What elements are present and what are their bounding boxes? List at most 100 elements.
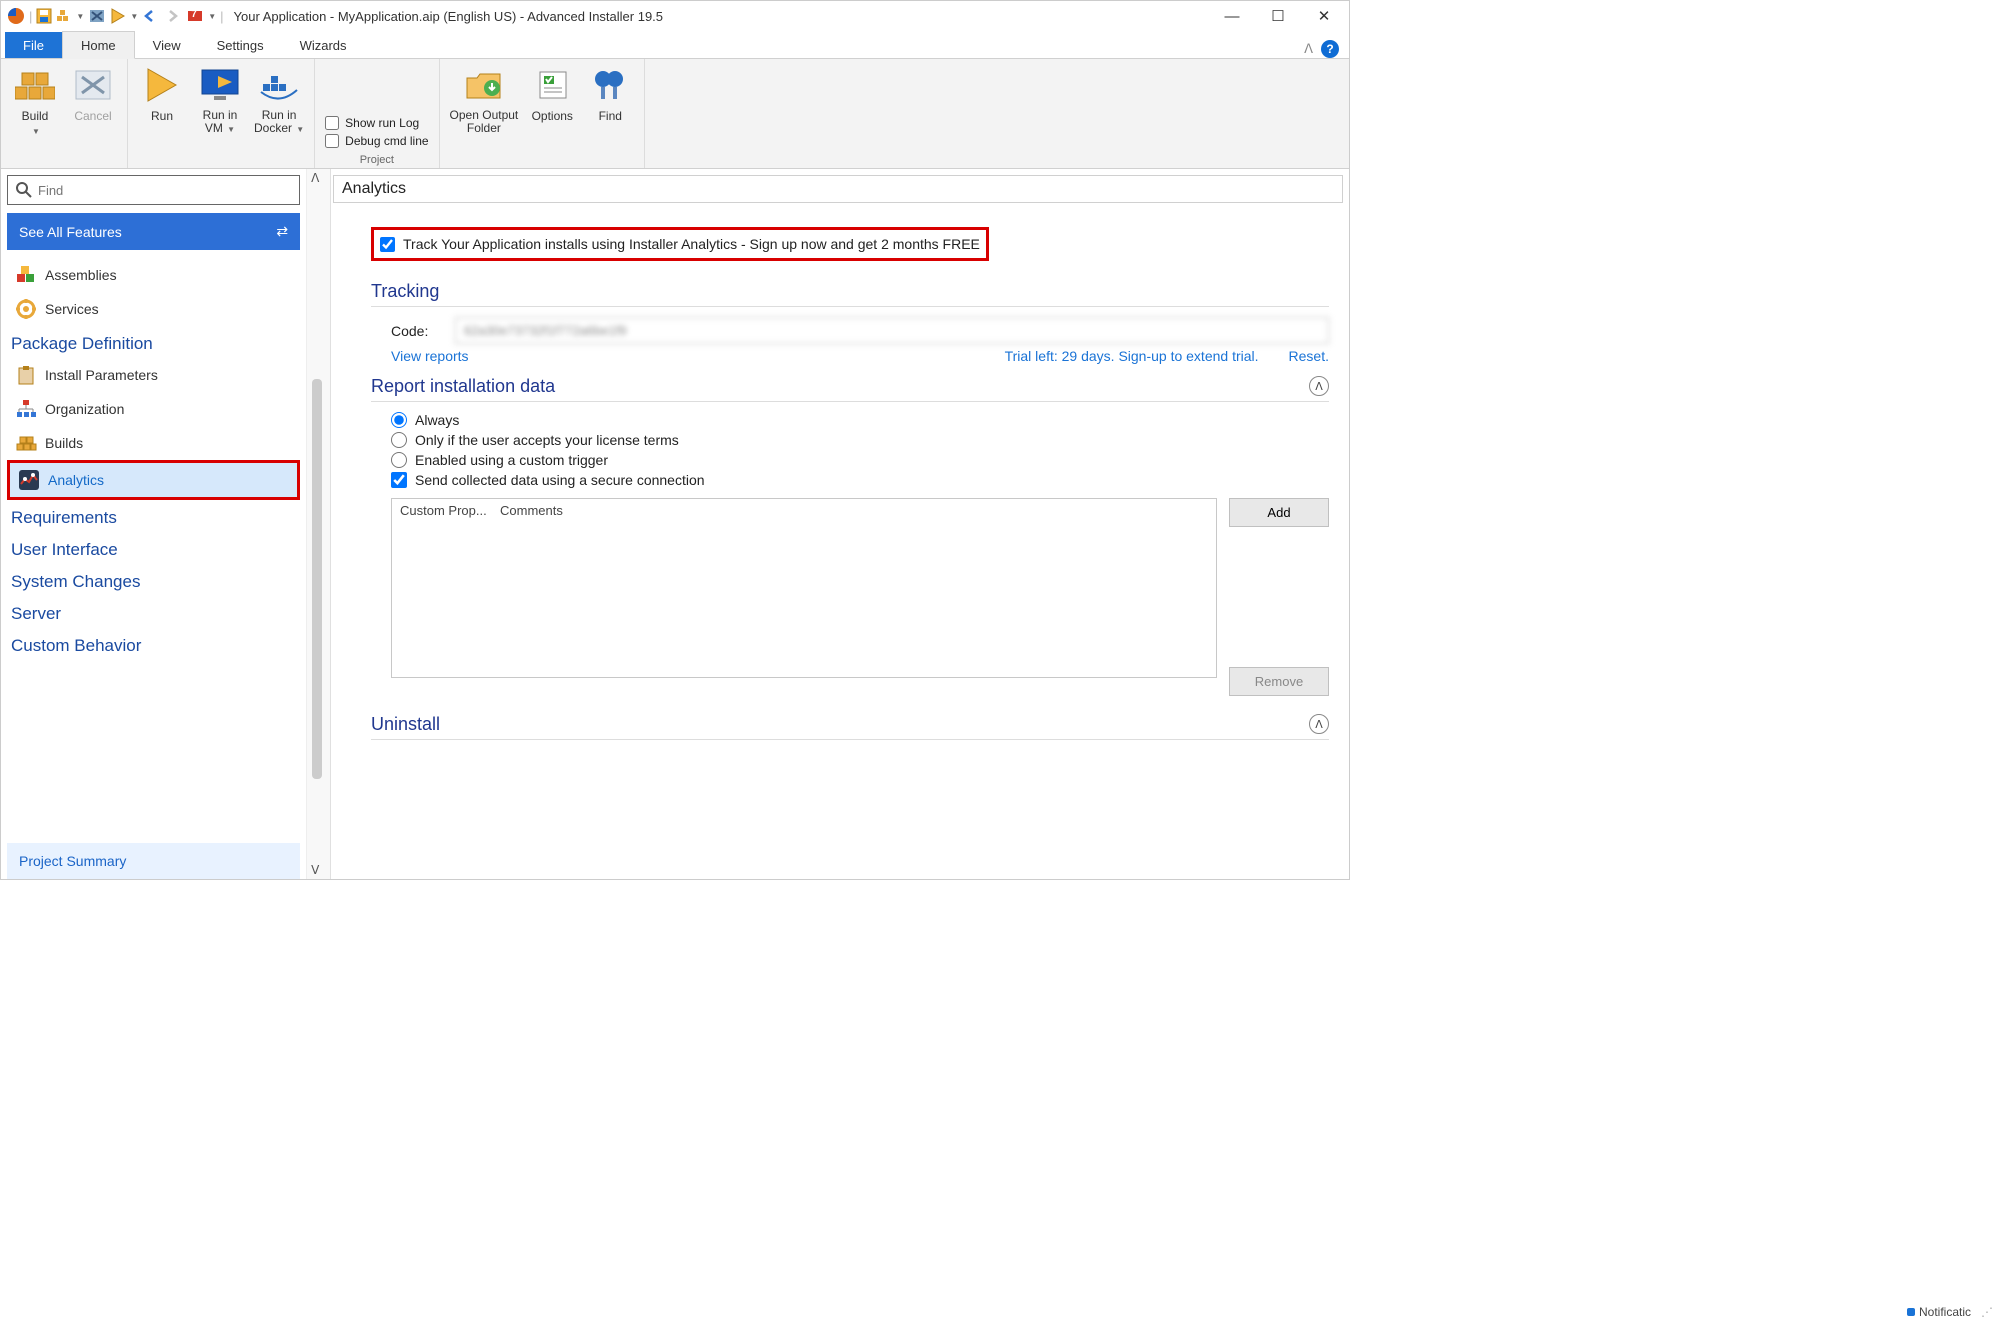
trial-left-link[interactable]: Trial left: 29 days. Sign-up to extend t… [1005,348,1259,364]
window-title: Your Application - MyApplication.aip (En… [234,9,1219,24]
sidebar-heading-package-definition[interactable]: Package Definition [7,326,300,358]
sidebar-heading-server[interactable]: Server [7,596,300,628]
add-button[interactable]: Add [1229,498,1329,527]
help-button[interactable]: ? [1321,40,1339,58]
sidebar-heading-system-changes[interactable]: System Changes [7,564,300,596]
project-summary-button[interactable]: Project Summary [7,843,300,879]
reset-link[interactable]: Reset. [1289,348,1329,364]
report-section-header: Report installation data ᐱ [371,376,1329,402]
uninstall-section-header: Uninstall ᐱ [371,714,1329,740]
sidebar-label: Organization [45,401,124,417]
status-bar: Notificatic ⋰ [1901,1303,1999,1321]
status-text[interactable]: Notificatic [1919,1305,1971,1319]
nav-sidebar: See All Features ⇄ Assemblies Services P… [1,169,306,879]
stop-icon[interactable] [88,8,106,24]
sidebar-heading-user-interface[interactable]: User Interface [7,532,300,564]
view-reports-link[interactable]: View reports [391,348,469,364]
build-button[interactable]: Build▼ [11,65,59,137]
radio-always[interactable]: Always [391,412,1329,428]
collapse-ribbon-icon[interactable]: ᐱ [1304,41,1313,57]
minimize-button[interactable]: — [1219,6,1245,26]
organization-icon [15,398,37,420]
package-icon [15,364,37,386]
code-input[interactable] [455,317,1329,344]
sidebar-item-analytics[interactable]: Analytics [7,460,300,500]
maximize-button[interactable]: ☐ [1265,6,1291,26]
swap-icon: ⇄ [276,223,288,240]
custom-properties-table[interactable]: Custom Prop... Comments [391,498,1217,678]
track-label: Track Your Application installs using In… [403,236,980,252]
sidebar-label: Analytics [48,472,104,488]
nav-forward-icon[interactable] [164,9,182,23]
show-run-log-checkbox[interactable]: Show run Log [325,116,428,130]
find-box[interactable] [7,175,300,205]
scroll-thumb[interactable] [312,379,322,779]
sidebar-label: Services [45,301,99,317]
sidebar-label: Assemblies [45,267,117,283]
check-secure[interactable]: Send collected data using a secure conne… [391,472,1329,488]
save-icon[interactable] [36,8,52,24]
run-icon[interactable] [110,8,126,24]
run-button[interactable]: Run [138,65,186,135]
debug-cmd-checkbox[interactable]: Debug cmd line [325,134,428,148]
sidebar-item-services[interactable]: Services [7,292,300,326]
ribbon: Build▼ Cancel Run Run in VM ▼ [1,59,1349,169]
run-in-vm-button[interactable]: Run in VM ▼ [196,65,244,135]
find-input[interactable] [38,183,291,198]
sidebar-heading-requirements[interactable]: Requirements [7,500,300,532]
close-button[interactable]: ✕ [1311,6,1337,26]
table-header: Custom Prop... Comments [392,499,1216,522]
resize-grip-icon[interactable]: ⋰ [1981,1305,1993,1319]
scroll-up-icon[interactable]: ᐱ [311,171,319,185]
radio-license[interactable]: Only if the user accepts your license te… [391,432,1329,448]
tab-wizards[interactable]: Wizards [282,32,365,58]
dropdown-caret-icon[interactable]: ▼ [208,12,216,21]
col-comments[interactable]: Comments [494,503,1214,518]
sidebar-item-assemblies[interactable]: Assemblies [7,258,300,292]
sidebar-label: Install Parameters [45,367,158,383]
quick-access-toolbar: | ▼ ▼ 7 ▼ | [7,7,224,25]
sidebar-scrollbar[interactable]: ᐱ ᐯ [306,169,330,879]
find-button[interactable]: Find [586,65,634,135]
assemblies-icon [15,264,37,286]
sidebar-label: Builds [45,435,83,451]
sidebar-item-organization[interactable]: Organization [7,392,300,426]
build-icon[interactable] [56,8,72,24]
tab-file[interactable]: File [5,32,62,58]
ribbon-group-label: Project [325,154,428,166]
open-output-folder-button[interactable]: Open Output Folder [450,65,519,135]
sidebar-item-builds[interactable]: Builds [7,426,300,460]
remove-button[interactable]: Remove [1229,667,1329,696]
options-button[interactable]: Options [528,65,576,135]
code-label: Code: [391,323,441,339]
run-in-docker-button[interactable]: Run in Docker ▼ [254,65,304,135]
notification-icon[interactable]: 7 [186,8,204,24]
app-icon [7,7,25,25]
track-checkbox[interactable]: Track Your Application installs using In… [371,227,989,261]
content-panel: Analytics Track Your Application install… [331,169,1349,879]
sidebar-heading-custom-behavior[interactable]: Custom Behavior [7,628,300,660]
col-custom-property[interactable]: Custom Prop... [394,503,494,518]
collapse-section-icon[interactable]: ᐱ [1309,714,1329,734]
dropdown-caret-icon[interactable]: ▼ [76,12,84,21]
ribbon-tabs: File Home View Settings Wizards ᐱ ? [1,31,1349,59]
collapse-section-icon[interactable]: ᐱ [1309,376,1329,396]
radio-trigger[interactable]: Enabled using a custom trigger [391,452,1329,468]
analytics-icon [18,469,40,491]
services-icon [15,298,37,320]
tab-view[interactable]: View [135,32,199,58]
dropdown-caret-icon[interactable]: ▼ [130,12,138,21]
see-all-features[interactable]: See All Features ⇄ [7,213,300,250]
sidebar-item-install-parameters[interactable]: Install Parameters [7,358,300,392]
tab-settings[interactable]: Settings [199,32,282,58]
scroll-down-icon[interactable]: ᐯ [311,863,319,877]
builds-icon [15,432,37,454]
search-icon [16,182,32,198]
content-title: Analytics [333,175,1343,203]
status-dot-icon [1907,1308,1915,1316]
nav-back-icon[interactable] [142,9,160,23]
title-bar: | ▼ ▼ 7 ▼ | Your Application - MyApplica… [1,1,1349,31]
tracking-section-header: Tracking [371,281,1329,307]
tab-home[interactable]: Home [62,31,135,59]
cancel-button: Cancel [69,65,117,137]
